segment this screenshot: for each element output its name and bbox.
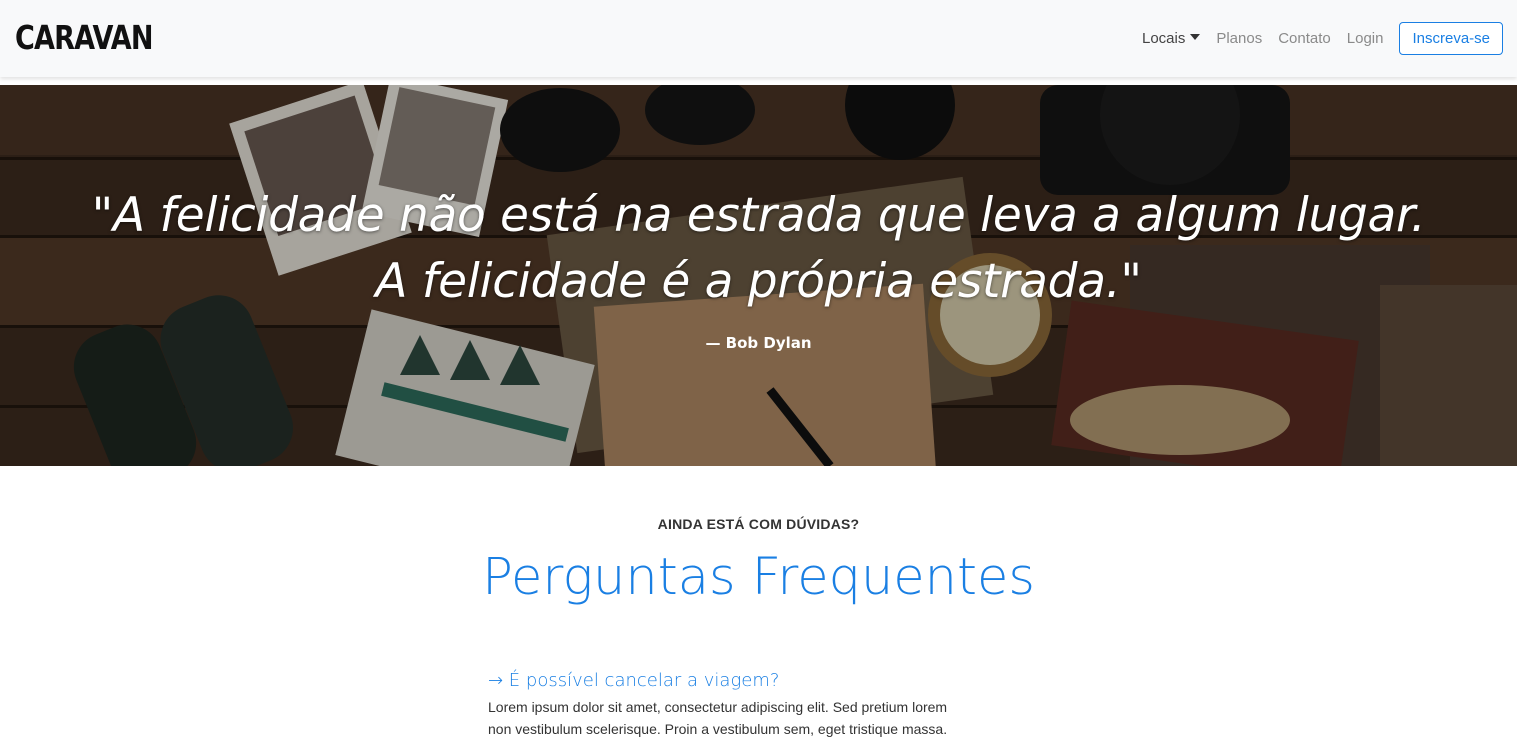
nav-contato[interactable]: Contato (1278, 30, 1331, 47)
faq-answer: Lorem ipsum dolor sit amet, consectetur … (488, 696, 1048, 740)
hero-banner: "A felicidade não está na estrada que le… (0, 85, 1517, 466)
faq-question[interactable]: → É possível cancelar a viagem? (488, 668, 1048, 694)
caret-down-icon (1190, 34, 1201, 40)
signup-button[interactable]: Inscreva-se (1399, 21, 1503, 55)
faq-answer-line-2: non vestibulum scelerisque. Proin a vest… (488, 721, 948, 737)
nav-locais-label: Locais (1141, 29, 1186, 47)
faq-title: Perguntas Frequentes (482, 548, 1035, 607)
faq-item: → É possível cancelar a viagem? Lorem ip… (488, 668, 1048, 740)
faq-kicker: AINDA ESTÁ COM DÚVIDAS? (657, 516, 860, 532)
nav-planos[interactable]: Planos (1216, 30, 1262, 47)
brand-logo[interactable]: CARAVAN (15, 16, 154, 60)
nav-links: Locais Planos Contato Login Inscreva-se (1126, 20, 1503, 56)
hero-quote: "A felicidade não está na estrada que le… (0, 183, 1517, 315)
nav-locais-dropdown[interactable]: Locais (1141, 29, 1201, 47)
navbar: CARAVAN Locais Planos Contato Login Insc… (0, 0, 1517, 77)
hero-quote-line-1: "A felicidade não está na estrada que le… (91, 188, 1426, 243)
hero-quote-line-2: A felicidade é a própria estrada." (375, 254, 1142, 309)
nav-login[interactable]: Login (1347, 30, 1384, 47)
hero-quote-author: — Bob Dylan (705, 334, 812, 352)
faq-answer-line-1: Lorem ipsum dolor sit amet, consectetur … (488, 699, 948, 715)
